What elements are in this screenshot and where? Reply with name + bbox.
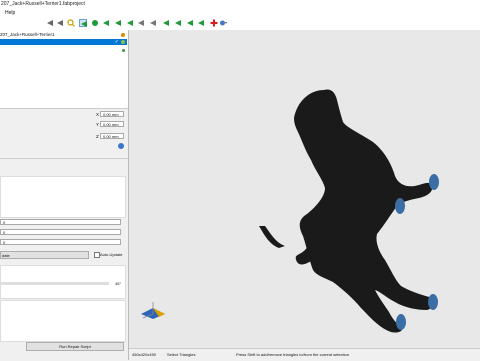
rotate-right-icon[interactable] (186, 19, 194, 27)
slider-box: 45° (0, 265, 126, 299)
left-panel: 207_Jack+Russell+Terrier1 ✓ X 0.00 mm Y … (0, 30, 129, 360)
axis-gizmo-icon (141, 302, 165, 319)
refresh-icon[interactable] (118, 143, 124, 149)
view-left-icon[interactable] (126, 19, 134, 27)
tree-item-project[interactable]: 207_Jack+Russell+Terrier1 (0, 32, 127, 38)
tree-item-project-label: 207_Jack+Russell+Terrier1 (0, 32, 55, 37)
z-field[interactable]: 0.00 mm (100, 133, 124, 139)
status-dimensions: 450x420x490 (132, 352, 157, 357)
divider (0, 108, 128, 109)
select-surface-icon[interactable] (91, 19, 99, 27)
info-box (0, 176, 126, 218)
warning-icon (121, 33, 125, 37)
arrow-left-alt-icon[interactable] (56, 19, 64, 27)
rotate-left-icon[interactable] (174, 19, 182, 27)
auto-update-label: Auto-Update (100, 252, 123, 257)
run-repair-script-button[interactable]: Run Repair Script (26, 342, 124, 351)
param-field-2[interactable]: 0 (0, 229, 121, 235)
dog-model (259, 89, 439, 333)
param-field-3[interactable]: 0 (0, 239, 121, 245)
status-hint: Press Shift to add/remove triangles to/f… (236, 352, 349, 357)
3d-viewport[interactable] (129, 30, 480, 348)
angle-slider[interactable] (1, 282, 109, 285)
x-label: X (96, 112, 100, 117)
settings-dropdown-icon[interactable] (219, 19, 227, 27)
checkmark-icon: ✓ (114, 39, 119, 45)
project-tree: 207_Jack+Russell+Terrier1 ✓ (0, 30, 128, 108)
divider (0, 158, 128, 159)
status-dot-icon (121, 40, 125, 44)
part-icon (122, 49, 125, 52)
view-back-icon[interactable] (114, 19, 122, 27)
x-field[interactable]: 0.00 mm (100, 111, 124, 117)
view-front-icon[interactable] (102, 19, 110, 27)
y-field[interactable]: 0.00 mm (100, 121, 124, 127)
view-bottom-icon[interactable] (162, 19, 170, 27)
param-field-1[interactable]: 0 (0, 219, 121, 225)
status-mode: Select Triangles (167, 352, 196, 357)
select-triangle-icon[interactable] (79, 19, 87, 27)
toolbar (0, 17, 480, 30)
view-iso-icon[interactable] (197, 19, 205, 27)
arrow-left-icon[interactable] (46, 19, 54, 27)
angle-value: 45° (115, 281, 122, 286)
tree-item-selected[interactable]: ✓ (0, 39, 127, 45)
window-title: 207_Jack+Russell+Terrier1.fabproject (1, 1, 85, 7)
add-part-icon[interactable] (210, 19, 218, 27)
zoom-icon[interactable] (67, 19, 75, 27)
menu-help[interactable]: Help (5, 10, 15, 16)
z-label: Z (96, 134, 99, 139)
view-top-icon[interactable] (149, 19, 157, 27)
log-box (0, 300, 126, 342)
title-bar: 207_Jack+Russell+Terrier1.fabproject (0, 0, 480, 9)
view-right-icon[interactable] (137, 19, 145, 27)
y-label: Y (96, 122, 100, 127)
update-button[interactable]: date (0, 251, 89, 259)
menu-bar: Help (0, 9, 480, 17)
status-bar: 450x420x490 Select Triangles Press Shift… (129, 348, 480, 361)
